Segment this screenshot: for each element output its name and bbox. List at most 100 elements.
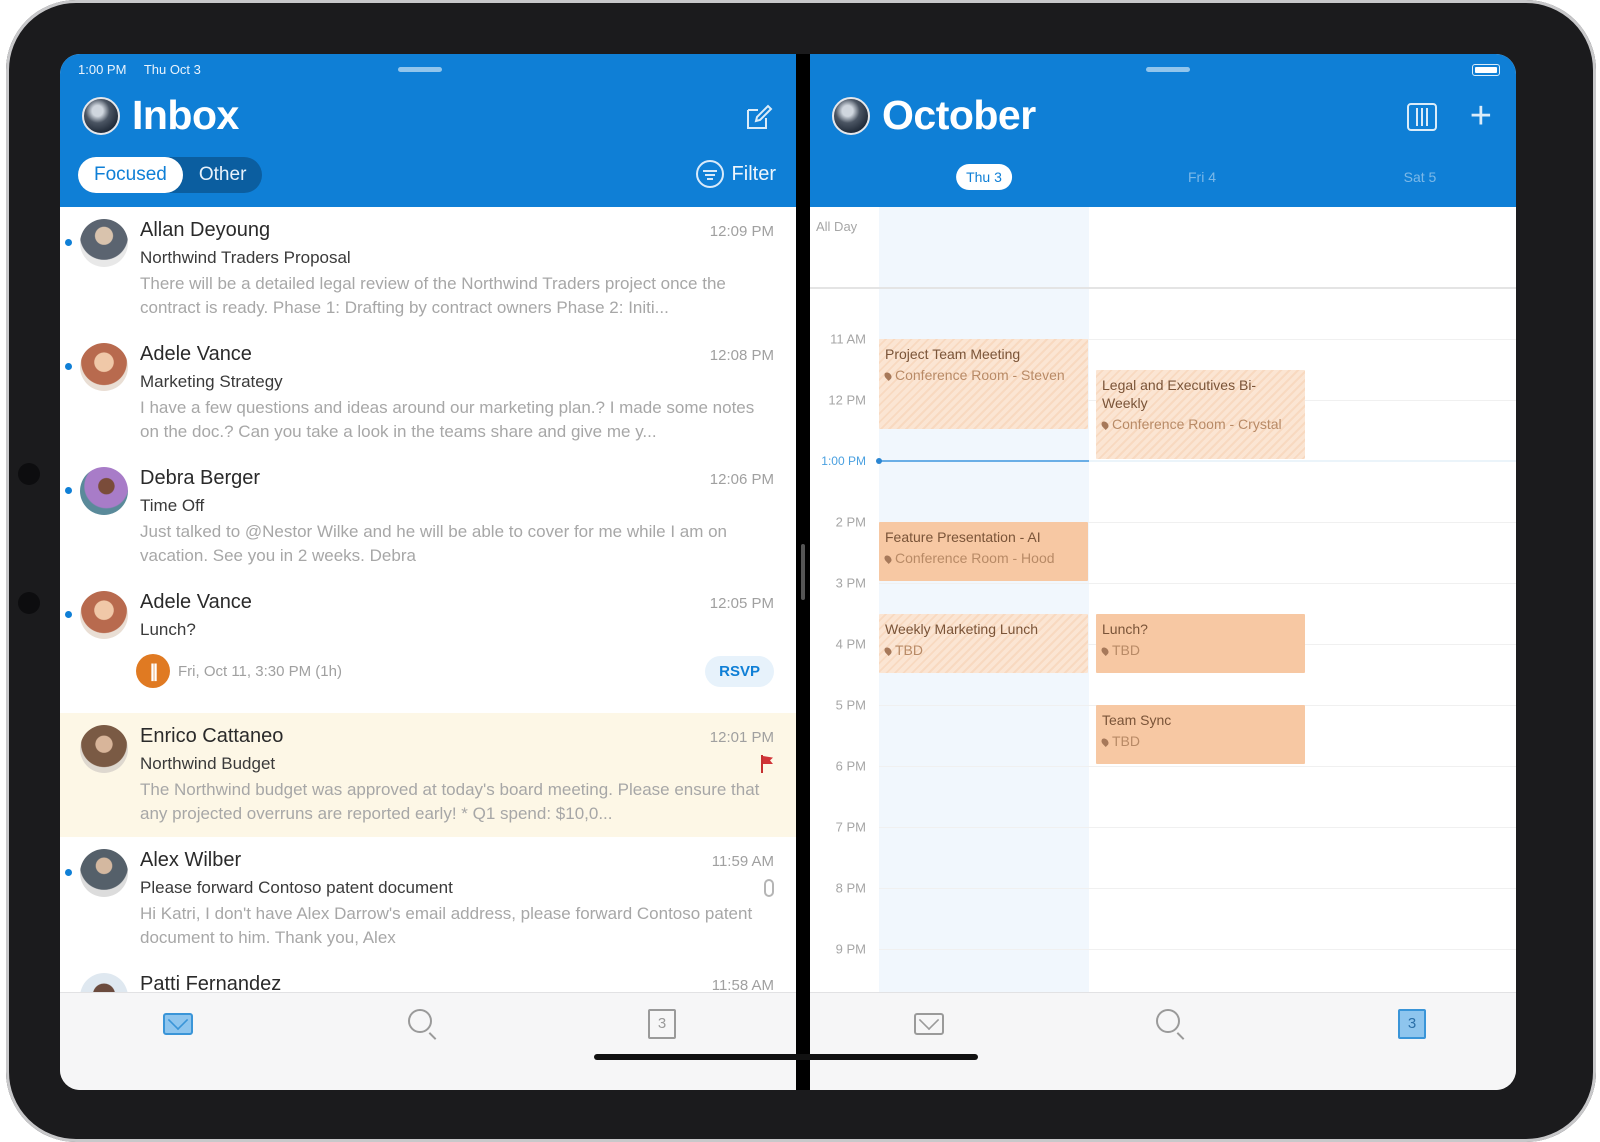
event-location-text: Conference Room - Steven	[895, 367, 1065, 383]
search-icon[interactable]	[1156, 1009, 1180, 1033]
calendar-tab-bar: 3	[810, 992, 1516, 1090]
home-indicator[interactable]	[594, 1054, 978, 1060]
view-switcher-icon[interactable]	[1406, 102, 1438, 132]
sender-avatar	[80, 591, 128, 639]
compose-icon[interactable]	[744, 102, 774, 132]
event-time: Fri, Oct 11, 3:30 PM (1h)	[178, 662, 342, 680]
sender-name: Enrico Cattaneo	[140, 725, 284, 747]
message-preview: There will be a detailed legal review of…	[140, 274, 726, 317]
account-avatar[interactable]	[832, 96, 870, 135]
location-pin-icon	[1100, 737, 1110, 748]
message-subject: Northwind Traders Proposal	[140, 248, 351, 267]
current-time-line-extension	[1089, 460, 1516, 462]
side-sensor	[18, 592, 40, 614]
unread-indicator	[65, 363, 72, 370]
current-time-label: 1:00 PM	[821, 454, 866, 468]
event-location-text: TBD	[895, 641, 923, 658]
event-location: Conference Room - Steven	[883, 367, 1082, 383]
location-pin-icon	[883, 371, 893, 382]
event-location: TBD	[1100, 642, 1299, 658]
event-location-text: TBD	[1112, 733, 1140, 749]
mail-icon[interactable]	[163, 1013, 193, 1035]
message-row[interactable]: Adele Vance 12:05 PM Lunch? || Fri, Oct …	[60, 579, 796, 713]
battery-icon	[1472, 64, 1500, 76]
status-time: 1:00 PM	[78, 62, 127, 77]
event-location: Conference Room - Crystal	[1100, 416, 1299, 432]
calendar-header: October + Thu 3 Fri 4 Sat 5	[810, 54, 1516, 207]
event-location: Conference Room - Hood	[883, 550, 1082, 566]
hour-gridline	[879, 888, 1516, 889]
filter-icon	[695, 160, 724, 188]
day-fri-4[interactable]: Fri 4	[1178, 164, 1226, 190]
day-sat-5[interactable]: Sat 5	[1394, 164, 1447, 190]
rsvp-button[interactable]: RSVP	[705, 655, 774, 687]
flag-icon[interactable]	[760, 755, 774, 773]
hour-label: 8 PM	[835, 880, 866, 896]
location-pin-icon	[1100, 645, 1110, 656]
calendar-event[interactable]: Team Sync TBD	[1096, 705, 1305, 764]
calendar-icon[interactable]: 3	[1398, 1009, 1426, 1039]
status-bar: 1:00 PM Thu Oct 3	[78, 62, 215, 77]
message-time: 12:01 PM	[709, 729, 774, 746]
calendar-event[interactable]: Feature Presentation - AI Conference Room…	[879, 522, 1088, 581]
message-row[interactable]: Patti Fernandez 11:58 AM	[60, 961, 796, 992]
hour-label: 11 AM	[830, 331, 866, 347]
calendar-event[interactable]: Weekly Marketing Lunch TBD	[879, 613, 1088, 673]
status-date: Thu Oct 3	[143, 62, 201, 77]
unread-indicator	[65, 239, 72, 246]
event-title: Weekly Marketing Lunch	[885, 620, 1039, 637]
attachment-icon	[764, 879, 774, 897]
filter-label: Filter	[731, 162, 776, 185]
hour-label: 5 PM	[835, 697, 866, 713]
current-time-line	[879, 460, 1089, 462]
add-event-icon[interactable]: +	[1470, 97, 1492, 135]
message-preview: The Northwind budget was approved at tod…	[140, 780, 760, 823]
day-thu-3[interactable]: Thu 3	[956, 164, 1012, 190]
multitask-grabber[interactable]	[1146, 67, 1190, 72]
multitask-grabber[interactable]	[398, 67, 442, 72]
page-title: Inbox	[132, 92, 239, 138]
sender-avatar	[80, 467, 128, 515]
hour-label: 6 PM	[835, 758, 866, 774]
calendar-event[interactable]: Legal and Executives Bi-Weekly Conference…	[1096, 369, 1305, 459]
calendar-icon[interactable]: 3	[648, 1009, 676, 1039]
event-title: Project Team Meeting	[885, 346, 1021, 362]
account-avatar[interactable]	[82, 96, 120, 135]
calendar-event[interactable]: Lunch? TBD	[1096, 613, 1305, 673]
message-time: 11:59 AM	[711, 853, 774, 870]
event-invite[interactable]: || Fri, Oct 11, 3:30 PM (1h)	[136, 654, 342, 688]
tab-focused[interactable]: Focused	[78, 157, 183, 193]
message-row[interactable]: Debra Berger 12:06 PM Time Off Just talk…	[60, 455, 796, 579]
message-subject: Lunch?	[140, 620, 196, 639]
unread-indicator	[65, 611, 72, 618]
calendar-pane: October + Thu 3 Fri 4 Sat 5 All Day 11 A…	[810, 54, 1516, 1090]
restaurant-icon: ||	[136, 654, 170, 688]
sender-avatar	[80, 343, 128, 391]
split-view-handle[interactable]	[801, 544, 805, 600]
sender-name: Adele Vance	[140, 591, 252, 613]
message-subject: Time Off	[140, 496, 205, 515]
message-preview: Just talked to @Nestor Wilke and he will…	[140, 522, 728, 565]
message-row[interactable]: Alex Wilber 11:59 AM Please forward Cont…	[60, 837, 796, 961]
screen: 1:00 PM Thu Oct 3 Inbox Focused Other Fi…	[60, 54, 1516, 1090]
event-title: Lunch?	[1102, 620, 1148, 637]
today-column	[879, 207, 1089, 992]
message-row[interactable]: Adele Vance 12:08 PM Marketing Strategy …	[60, 331, 796, 455]
tab-other[interactable]: Other	[183, 157, 263, 193]
hour-label: 3 PM	[835, 575, 866, 591]
message-row[interactable]: Enrico Cattaneo 12:01 PM Northwind Budge…	[60, 713, 796, 837]
all-day-label: All Day	[816, 219, 858, 234]
filter-button[interactable]: Filter	[695, 160, 776, 188]
mail-header: 1:00 PM Thu Oct 3 Inbox Focused Other Fi…	[60, 54, 796, 207]
sender-name: Adele Vance	[140, 343, 252, 365]
mail-icon[interactable]	[914, 1013, 944, 1035]
message-time: 11:58 AM	[711, 977, 774, 992]
hour-label: 2 PM	[835, 514, 866, 530]
message-row[interactable]: Allan Deyoung 12:09 PM Northwind Traders…	[60, 207, 796, 331]
current-time-dot	[876, 458, 882, 464]
search-icon[interactable]	[408, 1009, 432, 1033]
sender-avatar	[80, 973, 128, 992]
calendar-event[interactable]: Project Team Meeting Conference Room - St…	[879, 339, 1088, 429]
unread-indicator	[65, 487, 72, 494]
location-pin-icon	[883, 645, 893, 656]
